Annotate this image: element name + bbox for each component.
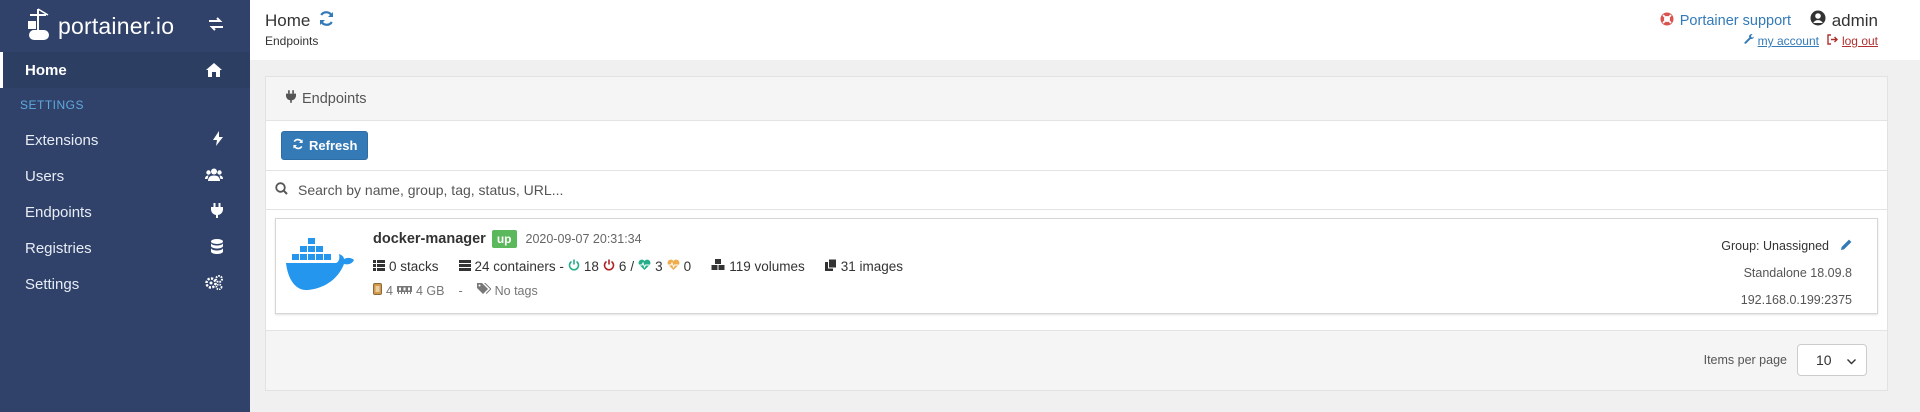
sidebar-item-label: Home [25,61,67,79]
bolt-icon [213,130,223,150]
items-per-page-value: 10 [1816,352,1832,368]
th-list-icon [373,259,385,274]
plug-icon [286,90,296,107]
portainer-logo-icon[interactable] [24,6,54,46]
cubes-icon [711,259,725,274]
refresh-button-label: Refresh [309,138,358,153]
plug-icon [211,202,223,222]
endpoint-url: 192.168.0.199:2375 [1740,293,1852,307]
items-per-page-select[interactable]: 10 [1797,344,1867,376]
search-icon [275,182,288,198]
volumes-count: 119 volumes [729,259,805,274]
user-info: admin [1810,10,1878,31]
sidebar-item-label: Settings [25,275,80,293]
sidebar-item-label: Registries [25,239,92,257]
healthy-count: 3 [655,259,663,274]
items-per-page-label: Items per page [1703,353,1787,367]
refresh-icon[interactable] [318,10,335,32]
endpoint-name: docker-manager [373,231,486,247]
pagination-footer: Items per page 10 [266,331,1887,389]
brand-name[interactable]: portainer.io [58,13,174,40]
panel-header: Endpoints [266,77,1887,121]
account-links: my account log out [1744,34,1878,48]
sidebar-item-settings[interactable]: Settings [0,266,250,302]
users-icon [205,168,223,185]
endpoint-meta: 4 4 GB - No tags [373,283,538,298]
cpu-count: 4 [386,283,393,298]
my-account-link[interactable]: my account [1744,34,1819,48]
brand: portainer.io [0,0,250,52]
cpu-icon [373,283,382,298]
containers-count: 24 containers - [474,259,564,274]
sidebar-item-home[interactable]: Home [0,52,250,88]
panel-actions: Refresh [266,121,1887,171]
endpoint-tags: No tags [494,283,538,298]
separator-slash: / [630,259,635,274]
memory-icon [396,284,412,298]
sidebar: portainer.io Home SETTINGS Extensions Us… [0,0,250,412]
cogs-icon [205,274,223,294]
heartbeat-healthy-icon [638,259,651,274]
tags-icon [476,283,492,298]
page-title: Home [265,10,335,32]
stacks-count: 0 stacks [389,259,439,274]
endpoint-engine: Standalone 18.09.8 [1743,266,1852,280]
endpoint-group: Group: Unassigned [1721,239,1829,253]
docker-logo-icon [286,238,354,291]
memory-size: 4 GB [415,283,445,298]
power-stopped-icon [603,259,615,274]
page-title-text: Home [265,11,311,30]
breadcrumb: Endpoints [265,34,319,48]
refresh-icon [292,138,304,153]
search-bar [266,171,1887,210]
endpoint-timestamp: 2020-09-07 20:31:34 [525,232,642,246]
images-count: 31 images [840,259,904,274]
endpoints-panel: Endpoints Refresh doc [265,76,1888,391]
log-out-label: log out [1841,34,1878,48]
refresh-button[interactable]: Refresh [281,131,369,160]
support-label: Portainer support [1679,13,1791,29]
wrench-icon [1744,34,1755,48]
panel-title: Endpoints [302,90,367,107]
swap-icon[interactable] [208,17,224,36]
endpoint-card[interactable]: docker-manager up 2020-09-07 20:31:34 0 … [275,218,1878,314]
search-input[interactable] [298,182,998,198]
separator-dash: - [458,283,463,298]
sidebar-item-label: Endpoints [25,203,92,221]
sign-out-icon [1827,34,1839,48]
endpoint-list: docker-manager up 2020-09-07 20:31:34 0 … [266,210,1887,331]
life-ring-icon [1660,12,1674,30]
sidebar-item-users[interactable]: Users [0,158,250,194]
portainer-support-link[interactable]: Portainer support [1660,12,1791,30]
database-icon [211,238,223,258]
server-icon [458,259,471,274]
my-account-label: my account [1757,34,1819,48]
sidebar-item-label: Extensions [25,131,99,149]
endpoint-details: Group: Unassigned Standalone 18.09.8 192… [1721,233,1852,314]
log-out-link[interactable]: log out [1827,34,1878,48]
user-circle-icon [1810,10,1826,31]
home-icon [205,62,223,78]
sidebar-item-registries[interactable]: Registries [0,230,250,266]
endpoint-title: docker-manager up 2020-09-07 20:31:34 [373,230,642,248]
heartbeat-unhealthy-icon [667,259,680,274]
unhealthy-count: 0 [683,259,692,274]
sidebar-item-label: Users [25,167,65,185]
clone-icon [824,258,837,274]
pencil-icon[interactable] [1841,233,1852,260]
group-line: Group: Unassigned [1721,233,1852,260]
running-count: 18 [583,259,599,274]
endpoint-stats: 0 stacks 24 containers - 18 6 / 3 0 119 … [373,258,904,274]
username: admin [1831,10,1878,30]
top-header: Home Endpoints Portainer support admin m… [250,0,1920,60]
sidebar-item-endpoints[interactable]: Endpoints [0,194,250,230]
stopped-count: 6 [618,259,627,274]
power-running-icon [568,259,580,274]
chevron-down-icon [1847,352,1856,368]
sidebar-heading-settings: SETTINGS [20,98,85,112]
sidebar-item-extensions[interactable]: Extensions [0,122,250,158]
status-badge: up [491,230,517,248]
